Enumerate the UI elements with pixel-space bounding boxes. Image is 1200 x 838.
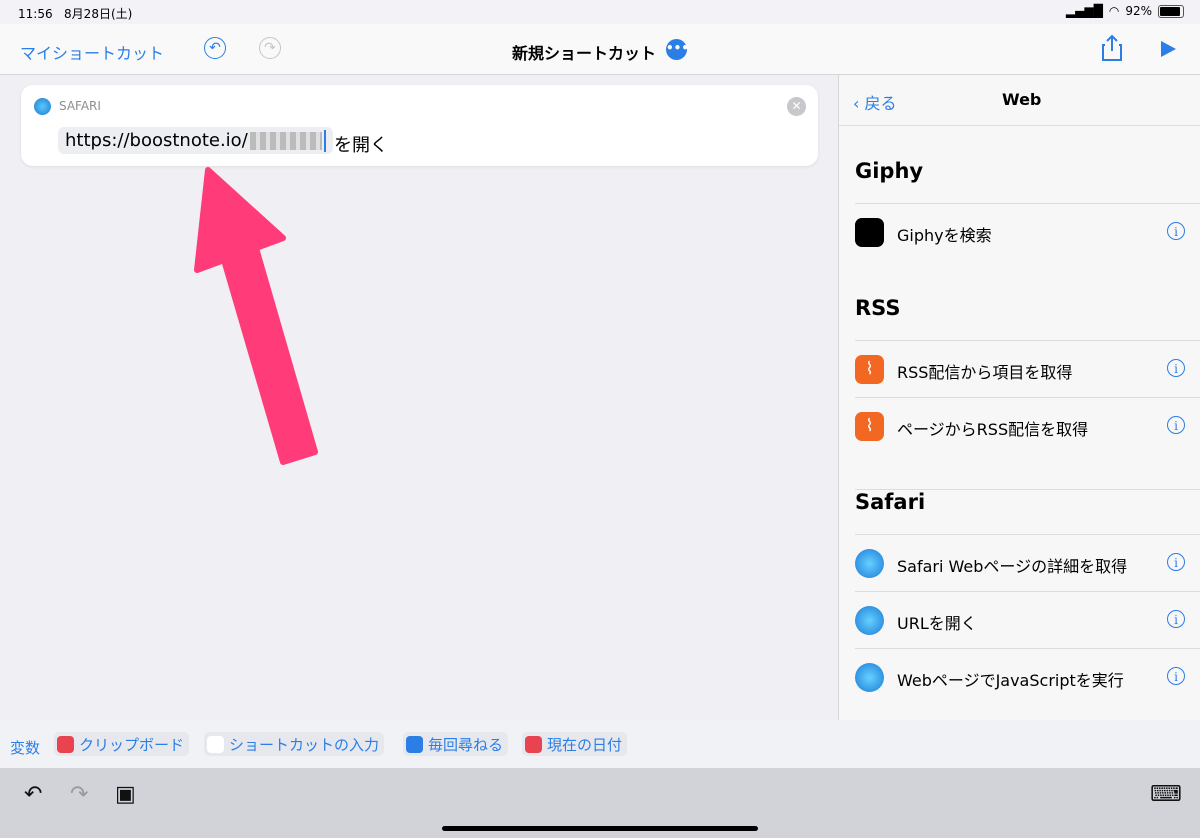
variable-current-date[interactable]: 現在の日付	[522, 732, 628, 756]
info-icon[interactable]: i	[1167, 553, 1185, 571]
share-icon[interactable]	[1100, 34, 1124, 62]
paste-icon[interactable]: ▣	[115, 782, 136, 807]
info-icon[interactable]: i	[1167, 667, 1185, 685]
annotation-arrow	[194, 167, 318, 465]
section-title-safari: Safari	[855, 489, 1200, 514]
safari-icon	[855, 606, 884, 635]
info-icon[interactable]: i	[1167, 359, 1185, 377]
home-indicator	[442, 826, 758, 831]
action-row[interactable]: ⌇ ページからRSS配信を取得 i	[855, 397, 1200, 455]
status-right: ▂▄▆█ ◠ 92%	[1066, 4, 1184, 18]
layers-icon	[207, 735, 224, 753]
battery-percent: 92%	[1125, 4, 1152, 18]
action-label: URLを開く	[897, 614, 977, 633]
rss-icon: ⌇	[855, 412, 884, 441]
wifi-icon: ◠	[1108, 4, 1120, 18]
action-library-panel: ‹ 戻る Web Giphy Giphyを検索 i RSS ⌇ RSS配信から項…	[838, 75, 1200, 720]
info-icon[interactable]: i	[1167, 416, 1185, 434]
safari-icon	[855, 663, 884, 692]
calendar-icon	[525, 735, 542, 753]
giphy-icon	[855, 218, 884, 247]
variables-bar: 変数 クリップボード ショートカットの入力 毎回尋ねる 現在の日付	[0, 720, 1200, 768]
action-label: Safari Webページの詳細を取得	[897, 557, 1128, 576]
rss-icon: ⌇	[855, 355, 884, 384]
action-row[interactable]: Safari Webページの詳細を取得 i	[855, 534, 1200, 592]
action-label: RSS配信から項目を取得	[897, 363, 1073, 382]
info-icon[interactable]: i	[1167, 610, 1185, 628]
action-label: WebページでJavaScriptを実行	[897, 671, 1124, 690]
panel-back-button[interactable]: ‹ 戻る	[853, 90, 897, 114]
action-label: Giphyを検索	[897, 226, 992, 245]
variable-clipboard[interactable]: クリップボード	[54, 732, 190, 756]
scissors-icon	[57, 735, 74, 753]
variable-ask-each-time[interactable]: 毎回尋ねる	[403, 732, 509, 756]
action-row[interactable]: Giphyを検索 i	[855, 203, 1200, 261]
action-label: ページからRSS配信を取得	[897, 420, 1089, 439]
section-title-giphy: Giphy	[855, 159, 924, 183]
action-row[interactable]: URLを開く i	[855, 591, 1200, 649]
action-row[interactable]: ⌇ RSS配信から項目を取得 i	[855, 340, 1200, 398]
run-icon[interactable]	[1158, 39, 1178, 59]
panel-title: Web	[1002, 90, 1042, 109]
variable-shortcut-input[interactable]: ショートカットの入力	[204, 732, 385, 756]
battery-icon	[1158, 4, 1184, 18]
safari-icon	[855, 549, 884, 578]
chevron-left-icon: ‹	[853, 94, 860, 113]
signal-icon: ▂▄▆█	[1065, 4, 1103, 18]
variables-label: 変数	[10, 739, 41, 757]
keyboard-dismiss-icon[interactable]: ⌨	[1150, 782, 1182, 807]
undo-icon[interactable]: ↶	[24, 782, 42, 807]
speech-bubble-icon	[406, 735, 423, 753]
info-icon[interactable]: i	[1167, 222, 1185, 240]
action-row[interactable]: WebページでJavaScriptを実行 i	[855, 648, 1200, 706]
section-title-rss: RSS	[855, 296, 901, 320]
panel-header: ‹ 戻る Web	[839, 75, 1200, 126]
redo-icon[interactable]: ↷	[70, 782, 88, 807]
